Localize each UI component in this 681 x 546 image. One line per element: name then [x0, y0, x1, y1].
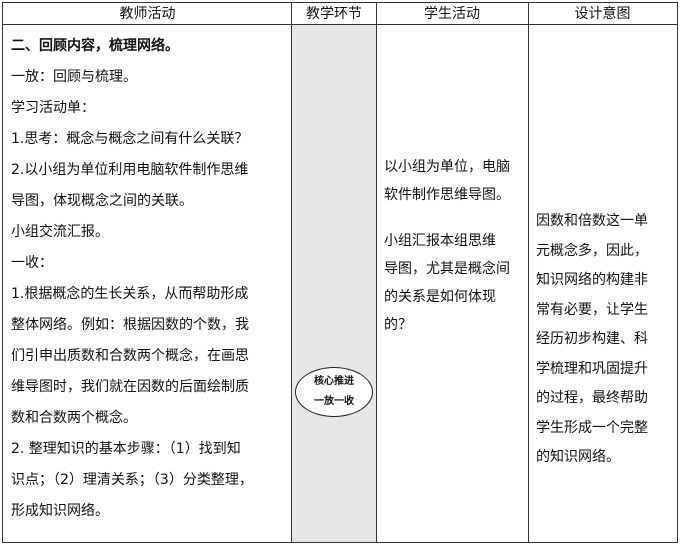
teacher-line: 导图，体现概念之间的关联。	[11, 193, 193, 209]
teacher-line: 一放：回顾与梳理。	[11, 69, 137, 85]
stage-oval: 核心推进 一放一收	[295, 367, 373, 417]
teacher-line: 学习活动单：	[11, 100, 95, 116]
student-line: 小组汇报本组思维	[384, 233, 496, 249]
intent-text: 因数和倍数这一单 元概念多，因此， 知识网络的构建非 常有必要，让学生 经历初步…	[536, 207, 672, 473]
intent-line: 学生形成一个完整	[536, 419, 648, 436]
column-divider	[528, 3, 529, 542]
student-line: 导图，尤其是概念间	[384, 261, 510, 277]
student-line: 软件制作思维导图。	[384, 187, 510, 203]
intent-line: 学梳理和巩固提升	[536, 360, 648, 377]
intent-line: 的知识网络。	[536, 449, 620, 465]
section-heading: 二、回顾内容，梳理网络。	[11, 38, 179, 54]
intent-line: 因数和倍数这一单	[536, 213, 648, 229]
student-line: 的关系是如何体现	[384, 289, 496, 305]
header-student: 学生活动	[376, 3, 528, 25]
intent-cell: 因数和倍数这一单 元概念多，因此， 知识网络的构建非 常有必要，让学生 经历初步…	[528, 25, 677, 542]
teacher-text: 二、回顾内容，梳理网络。 一放：回顾与梳理。 学习活动单： 1.思考：概念与概念…	[3, 25, 292, 527]
teacher-line: 识点；（2）理清关系；（3）分类整理，	[11, 472, 253, 488]
teacher-line: 一收：	[11, 255, 53, 271]
stage-cell: 核心推进 一放一收	[292, 25, 376, 542]
teacher-line: 1.根据概念的生长关系，从而帮助形成	[11, 286, 249, 302]
teacher-line: 维导图时，我们就在因数的后面绘制质	[11, 379, 249, 395]
column-divider	[376, 3, 377, 542]
student-cell: 以小组为单位，电脑 软件制作思维导图。 小组汇报本组思维 导图，尤其是概念间 的…	[376, 25, 528, 542]
column-divider	[291, 3, 292, 542]
teacher-cell: 二、回顾内容，梳理网络。 一放：回顾与梳理。 学习活动单： 1.思考：概念与概念…	[3, 25, 292, 542]
teacher-line: 们引申出质数和合数两个概念，在画思	[11, 348, 249, 364]
student-text: 以小组为单位，电脑 软件制作思维导图。 小组汇报本组思维 导图，尤其是概念间 的…	[384, 153, 526, 339]
teacher-line: 数和合数两个概念。	[11, 410, 137, 426]
header-intent: 设计意图	[528, 3, 677, 25]
header-teacher: 教师活动	[3, 3, 292, 25]
teacher-line: 2.以小组为单位利用电脑软件制作思维	[11, 162, 249, 178]
teacher-line: 1.思考：概念与概念之间有什么关联？	[11, 131, 249, 147]
intent-line: 常有必要，让学生	[536, 301, 648, 318]
lesson-plan-table: 教师活动 教学环节 学生活动 设计意图 二、回顾内容，梳理网络。 一放：回顾与梳…	[2, 2, 678, 543]
intent-line: 的过程，最终帮助	[536, 390, 648, 406]
teacher-line: 整体网络。例如：根据因数的个数，我	[11, 317, 249, 333]
intent-line: 知识网络的构建非	[536, 272, 648, 288]
stage-label-2: 一放一收	[314, 396, 354, 407]
teacher-line: 2. 整理知识的基本步骤：（1）找到知	[11, 441, 241, 457]
intent-line: 元概念多，因此，	[536, 242, 648, 259]
student-line: 的？	[384, 317, 412, 333]
intent-line: 经历初步构建、科	[536, 331, 648, 347]
header-stage: 教学环节	[292, 3, 376, 25]
stage-label-1: 核心推进	[314, 376, 354, 387]
teacher-line: 小组交流汇报。	[11, 224, 109, 240]
student-line: 以小组为单位，电脑	[384, 159, 510, 175]
teacher-line: 形成知识网络。	[11, 503, 109, 519]
